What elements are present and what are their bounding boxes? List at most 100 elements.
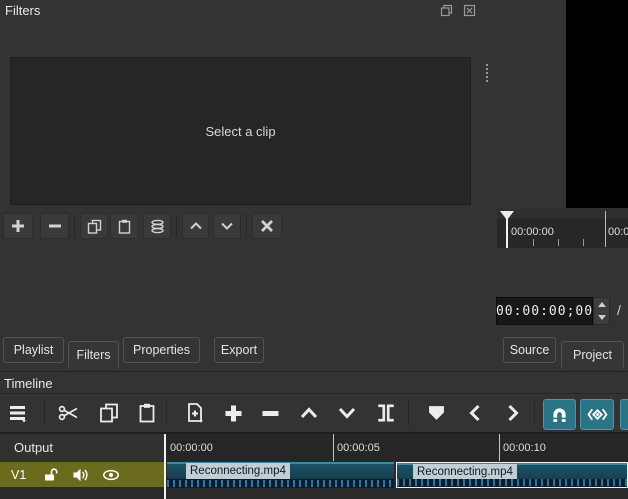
- close-icon: [463, 4, 476, 17]
- timeline-clip-selected[interactable]: Reconnecting.mp4: [396, 462, 628, 488]
- timeline-tracks-area: 00:00:00 00:00:05 00:00:10 Output V1: [0, 434, 628, 499]
- scrubber-time-label: 00:0: [608, 226, 628, 238]
- filters-empty-message: Select a clip: [205, 124, 275, 139]
- ruler-time-label: 00:00:10: [503, 442, 546, 454]
- speaker-icon[interactable]: [72, 467, 89, 483]
- append-button[interactable]: [176, 398, 212, 428]
- lift-button[interactable]: [292, 398, 326, 428]
- magnet-icon: [550, 406, 569, 423]
- ripple-delete-remove-button[interactable]: [254, 398, 286, 428]
- snap-toggle-button[interactable]: [543, 399, 576, 430]
- chevron-down-icon: [337, 406, 357, 420]
- spinner-down-button[interactable]: [594, 311, 609, 324]
- scrubber-minor-tick: [583, 239, 584, 246]
- plus-icon: [11, 219, 25, 233]
- timeline-ruler[interactable]: 00:00:00 00:00:05 00:00:10: [167, 434, 628, 461]
- tab-properties[interactable]: Properties: [123, 337, 200, 363]
- copy-icon: [99, 403, 119, 423]
- paste-icon: [117, 219, 132, 234]
- duration-separator: /: [617, 302, 621, 318]
- tab-project[interactable]: Project: [561, 341, 624, 369]
- timeline-clip[interactable]: Reconnecting.mp4: [167, 462, 394, 488]
- chevron-right-icon: [506, 403, 520, 423]
- timecode-spinner[interactable]: [593, 297, 610, 325]
- copy-button[interactable]: [92, 398, 126, 428]
- tab-filters[interactable]: Filters: [68, 341, 119, 369]
- overwrite-button[interactable]: [330, 398, 364, 428]
- lock-open-icon[interactable]: [42, 467, 58, 483]
- audio-waveform: [397, 479, 627, 486]
- timeline-menu-button[interactable]: [2, 398, 34, 428]
- ruler-major-tick: [499, 434, 500, 461]
- deselect-filter-button[interactable]: [252, 213, 282, 239]
- add-filter-button[interactable]: [3, 213, 33, 239]
- eye-icon[interactable]: [102, 468, 120, 482]
- timeline-panel-title: Timeline: [4, 376, 53, 391]
- separator: [176, 214, 177, 238]
- separator: [44, 400, 45, 426]
- player-scrubber[interactable]: 00:00:00 00:0: [497, 209, 628, 248]
- marker-button[interactable]: [418, 398, 454, 428]
- copy-filters-button[interactable]: [80, 213, 108, 239]
- tab-label: Filters: [76, 348, 110, 362]
- dock-divider: [0, 371, 628, 372]
- track-header-v1[interactable]: V1: [0, 462, 164, 487]
- tab-playlist[interactable]: Playlist: [3, 337, 64, 363]
- tab-source[interactable]: Source: [503, 337, 556, 363]
- separator: [246, 214, 247, 238]
- next-marker-button[interactable]: [495, 398, 531, 428]
- close-panel-button[interactable]: [461, 3, 477, 17]
- chevron-left-icon: [468, 403, 482, 423]
- marker-icon: [428, 405, 445, 421]
- tab-label: Source: [510, 343, 550, 357]
- plus-icon: [224, 404, 243, 423]
- scrubber-major-tick: [605, 211, 606, 247]
- filters-panel-title: Filters: [5, 3, 40, 18]
- timeline-title-divider: [0, 393, 628, 394]
- panel-splitter-handle[interactable]: [486, 64, 488, 82]
- save-filter-set-button[interactable]: [143, 213, 171, 239]
- current-position-field[interactable]: 00:00:00;00: [496, 297, 593, 325]
- ripple-delete-add-button[interactable]: [216, 398, 250, 428]
- video-preview: [566, 0, 628, 208]
- clip-name-chip: Reconnecting.mp4: [413, 464, 517, 480]
- split-button[interactable]: [368, 398, 404, 428]
- output-track-header[interactable]: Output: [0, 434, 164, 461]
- separator: [166, 400, 167, 426]
- minus-icon: [261, 404, 280, 423]
- cut-button[interactable]: [52, 398, 86, 428]
- tab-label: Export: [221, 343, 257, 357]
- previous-marker-button[interactable]: [457, 398, 493, 428]
- scrub-eye-icon: [586, 407, 609, 422]
- scrub-while-dragging-toggle-button[interactable]: [580, 399, 614, 430]
- ripple-toggle-button[interactable]: [620, 399, 628, 430]
- track-name: V1: [11, 468, 26, 482]
- spinner-up-button[interactable]: [594, 298, 609, 311]
- float-panel-button[interactable]: [438, 3, 454, 17]
- tab-export[interactable]: Export: [214, 337, 264, 363]
- move-filter-up-button[interactable]: [182, 213, 209, 239]
- minus-icon: [48, 219, 62, 233]
- paste-button[interactable]: [130, 398, 164, 428]
- separator: [534, 400, 535, 426]
- ruler-time-label: 00:00:05: [337, 442, 380, 454]
- move-filter-down-button[interactable]: [213, 213, 241, 239]
- float-icon: [440, 4, 453, 17]
- audio-waveform: [167, 480, 394, 487]
- chevron-up-icon: [189, 221, 203, 231]
- paste-filters-button[interactable]: [110, 213, 138, 239]
- scissors-icon: [58, 403, 80, 423]
- hamburger-menu-icon: [8, 403, 28, 423]
- filter-stack-icon: [150, 219, 165, 234]
- scrubber-time-label: 00:00:00: [511, 226, 554, 238]
- timeline-playhead[interactable]: [164, 434, 166, 499]
- filters-empty-panel: Select a clip: [10, 57, 471, 205]
- paste-icon: [137, 403, 157, 423]
- append-clip-icon: [183, 402, 205, 424]
- tab-label: Project: [573, 348, 612, 362]
- separator: [408, 400, 409, 426]
- tab-label: Playlist: [14, 343, 54, 357]
- scrubber-playhead-handle[interactable]: [500, 211, 514, 220]
- remove-filter-button[interactable]: [40, 213, 69, 239]
- copy-icon: [87, 219, 102, 234]
